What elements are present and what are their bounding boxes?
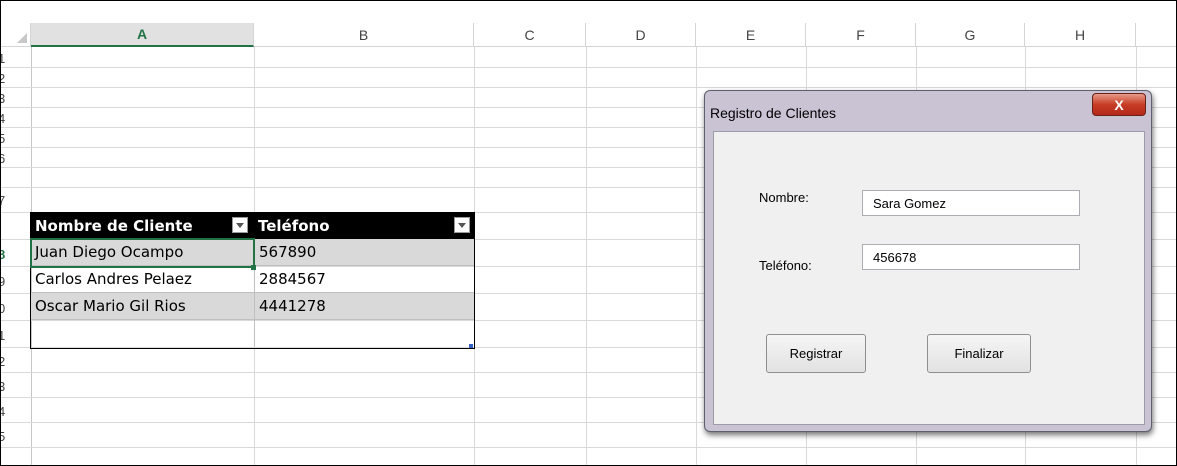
spreadsheet-window: A B C D E F G H 1 2 3 4 5 6 7 8 9 0 1 2 …: [0, 0, 1177, 466]
table-cell[interactable]: 2884567: [254, 266, 474, 293]
column-header-e[interactable]: E: [696, 23, 806, 47]
table-header-cell[interactable]: Teléfono: [254, 212, 474, 239]
table-header-label: Teléfono: [258, 216, 330, 235]
fill-handle[interactable]: [251, 265, 256, 270]
row-header[interactable]: 9: [1, 274, 31, 290]
filter-dropdown-icon[interactable]: [454, 217, 470, 233]
grid-line: [696, 47, 697, 465]
finalizar-button[interactable]: Finalizar: [927, 334, 1031, 373]
select-all-corner[interactable]: [1, 23, 31, 47]
table-cell[interactable]: [31, 320, 254, 347]
nombre-input[interactable]: Sara Gomez: [862, 190, 1080, 216]
filter-dropdown-icon[interactable]: [232, 217, 248, 233]
row-header[interactable]: 2: [1, 71, 31, 87]
column-header-a[interactable]: A: [31, 23, 254, 47]
grid-line: [474, 47, 475, 465]
close-button[interactable]: X: [1092, 93, 1146, 116]
column-header-h[interactable]: H: [1025, 23, 1136, 47]
nombre-label: Nombre:: [759, 190, 809, 205]
table-header-cell[interactable]: Nombre de Cliente: [31, 212, 254, 239]
registrar-button[interactable]: Registrar: [766, 334, 866, 373]
table-cell[interactable]: Carlos Andres Pelaez: [31, 266, 254, 293]
row-header[interactable]: 5: [1, 429, 31, 445]
column-header-b[interactable]: B: [254, 23, 474, 47]
row-header[interactable]: 6: [1, 151, 31, 167]
table-header-label: Nombre de Cliente: [35, 216, 193, 235]
column-header-c[interactable]: C: [474, 23, 586, 47]
row-header[interactable]: 1: [1, 51, 31, 67]
dialog-title: Registro de Clientes: [710, 105, 837, 121]
column-header-g[interactable]: G: [916, 23, 1025, 47]
telefono-label: Teléfono:: [759, 258, 812, 273]
row-header[interactable]: 4: [1, 111, 31, 127]
dialog-client-area: Nombre: Sara Gomez Teléfono: 456678 Regi…: [713, 131, 1145, 425]
row-header[interactable]: 2: [1, 354, 31, 370]
select-all-triangle-icon: [17, 33, 27, 43]
row-header-selected[interactable]: 8: [1, 247, 31, 263]
column-header-f[interactable]: F: [806, 23, 916, 47]
column-header-d[interactable]: D: [586, 23, 696, 47]
telefono-input[interactable]: 456678: [862, 244, 1080, 270]
table-cell[interactable]: Juan Diego Ocampo: [31, 239, 254, 266]
row-header[interactable]: 1: [1, 328, 31, 344]
table-cell[interactable]: [254, 320, 474, 347]
grid-line: [1, 447, 1176, 448]
row-header[interactable]: 4: [1, 404, 31, 420]
row-header[interactable]: 7: [1, 193, 31, 209]
table-cell[interactable]: Oscar Mario Gil Rios: [31, 293, 254, 320]
table-cell[interactable]: 4441278: [254, 293, 474, 320]
table-cell[interactable]: 567890: [254, 239, 474, 266]
column-header-i-partial[interactable]: [1136, 23, 1176, 47]
registro-clientes-dialog: Registro de Clientes X Nombre: Sara Gome…: [704, 90, 1152, 432]
grid-line: [1, 87, 1176, 88]
close-icon: X: [1114, 96, 1124, 113]
row-header[interactable]: 5: [1, 131, 31, 147]
table-resize-handle-icon[interactable]: [469, 344, 473, 348]
row-header[interactable]: 0: [1, 301, 31, 317]
row-header[interactable]: 3: [1, 91, 31, 107]
grid-line: [586, 47, 587, 465]
row-header[interactable]: 3: [1, 379, 31, 395]
grid-line: [1, 67, 1176, 68]
